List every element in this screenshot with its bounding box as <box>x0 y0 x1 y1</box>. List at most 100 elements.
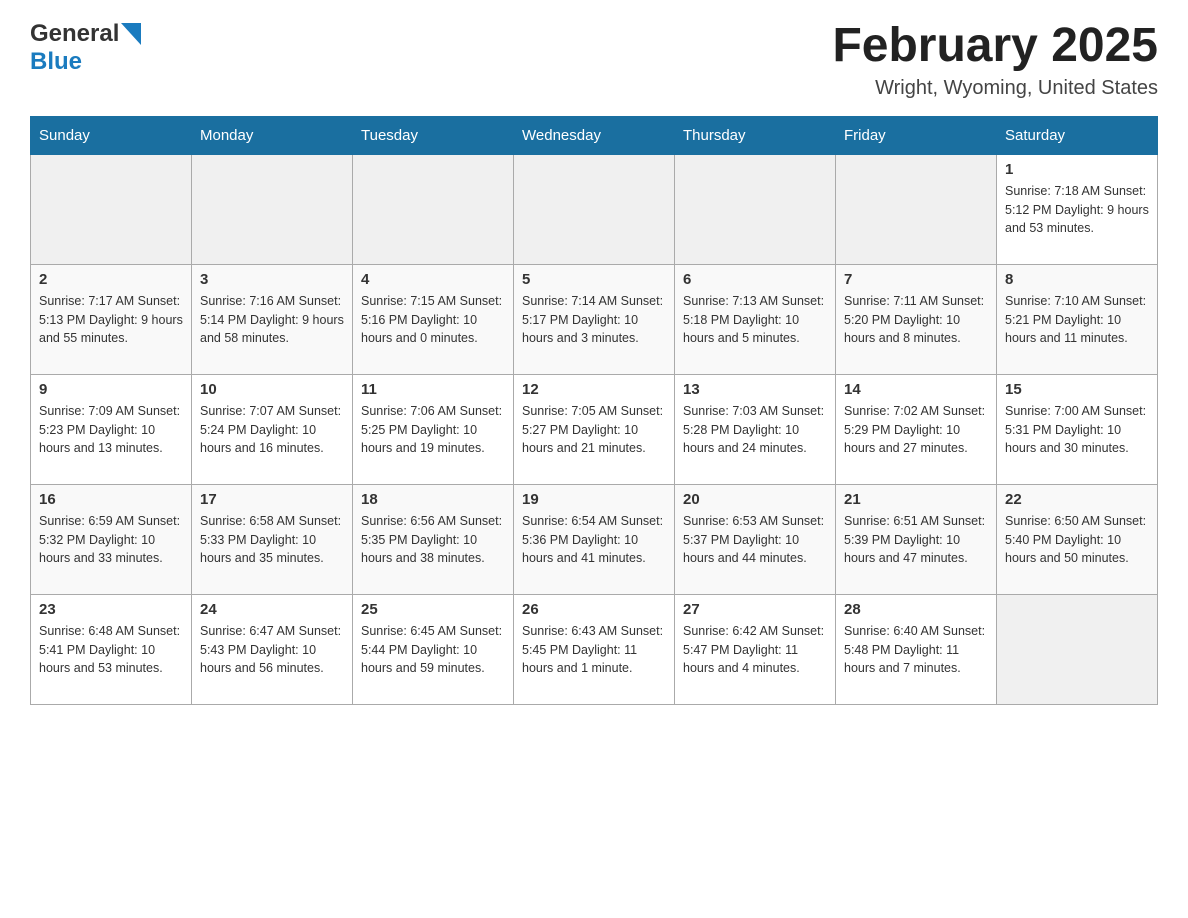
day-number: 5 <box>522 271 666 288</box>
day-number: 2 <box>39 271 183 288</box>
calendar-cell: 22 Sunrise: 6:50 AM Sunset: 5:40 PM Dayli… <box>997 484 1158 594</box>
calendar-cell <box>353 154 514 264</box>
day-number: 27 <box>683 601 827 618</box>
calendar-subtitle: Wright, Wyoming, United States <box>832 77 1158 100</box>
calendar-week-row: 2 Sunrise: 7:17 AM Sunset: 5:13 PM Daylig… <box>31 264 1158 374</box>
day-info: Sunrise: 7:10 AM Sunset: 5:21 PM Dayligh… <box>1005 292 1149 348</box>
calendar-cell <box>997 594 1158 704</box>
col-saturday: Saturday <box>997 116 1158 154</box>
calendar-cell: 26 Sunrise: 6:43 AM Sunset: 5:45 PM Dayli… <box>514 594 675 704</box>
day-info: Sunrise: 7:07 AM Sunset: 5:24 PM Dayligh… <box>200 402 344 458</box>
day-number: 23 <box>39 601 183 618</box>
calendar-cell: 5 Sunrise: 7:14 AM Sunset: 5:17 PM Daylig… <box>514 264 675 374</box>
day-info: Sunrise: 7:13 AM Sunset: 5:18 PM Dayligh… <box>683 292 827 348</box>
day-number: 7 <box>844 271 988 288</box>
calendar-week-row: 23 Sunrise: 6:48 AM Sunset: 5:41 PM Dayli… <box>31 594 1158 704</box>
page-header: General Blue February 2025 Wright, Wyomi… <box>30 20 1158 100</box>
day-number: 21 <box>844 491 988 508</box>
calendar-cell: 13 Sunrise: 7:03 AM Sunset: 5:28 PM Dayli… <box>675 374 836 484</box>
day-info: Sunrise: 6:42 AM Sunset: 5:47 PM Dayligh… <box>683 622 827 678</box>
title-block: February 2025 Wright, Wyoming, United St… <box>832 20 1158 100</box>
day-info: Sunrise: 7:06 AM Sunset: 5:25 PM Dayligh… <box>361 402 505 458</box>
day-info: Sunrise: 6:48 AM Sunset: 5:41 PM Dayligh… <box>39 622 183 678</box>
calendar-cell: 10 Sunrise: 7:07 AM Sunset: 5:24 PM Dayli… <box>192 374 353 484</box>
calendar-cell <box>192 154 353 264</box>
day-number: 26 <box>522 601 666 618</box>
day-number: 28 <box>844 601 988 618</box>
col-friday: Friday <box>836 116 997 154</box>
calendar-cell: 27 Sunrise: 6:42 AM Sunset: 5:47 PM Dayli… <box>675 594 836 704</box>
col-tuesday: Tuesday <box>353 116 514 154</box>
logo-general-text: General <box>30 20 119 48</box>
header-row: Sunday Monday Tuesday Wednesday Thursday… <box>31 116 1158 154</box>
logo-blue-text: Blue <box>30 48 82 75</box>
day-info: Sunrise: 7:03 AM Sunset: 5:28 PM Dayligh… <box>683 402 827 458</box>
day-number: 19 <box>522 491 666 508</box>
day-info: Sunrise: 7:14 AM Sunset: 5:17 PM Dayligh… <box>522 292 666 348</box>
calendar-cell: 25 Sunrise: 6:45 AM Sunset: 5:44 PM Dayli… <box>353 594 514 704</box>
day-info: Sunrise: 6:45 AM Sunset: 5:44 PM Dayligh… <box>361 622 505 678</box>
day-info: Sunrise: 6:54 AM Sunset: 5:36 PM Dayligh… <box>522 512 666 568</box>
day-number: 13 <box>683 381 827 398</box>
calendar-cell: 6Sunrise: 7:13 AM Sunset: 5:18 PM Daylig… <box>675 264 836 374</box>
day-number: 16 <box>39 491 183 508</box>
day-number: 25 <box>361 601 505 618</box>
calendar-body: 1 Sunrise: 7:18 AM Sunset: 5:12 PM Daylig… <box>31 154 1158 704</box>
day-info: Sunrise: 7:17 AM Sunset: 5:13 PM Dayligh… <box>39 292 183 348</box>
day-info: Sunrise: 6:43 AM Sunset: 5:45 PM Dayligh… <box>522 622 666 678</box>
day-info: Sunrise: 7:18 AM Sunset: 5:12 PM Dayligh… <box>1005 182 1149 238</box>
calendar-cell: 8 Sunrise: 7:10 AM Sunset: 5:21 PM Daylig… <box>997 264 1158 374</box>
calendar-cell: 14 Sunrise: 7:02 AM Sunset: 5:29 PM Dayli… <box>836 374 997 484</box>
calendar-cell: 9 Sunrise: 7:09 AM Sunset: 5:23 PM Daylig… <box>31 374 192 484</box>
day-info: Sunrise: 7:02 AM Sunset: 5:29 PM Dayligh… <box>844 402 988 458</box>
calendar-cell: 21 Sunrise: 6:51 AM Sunset: 5:39 PM Dayli… <box>836 484 997 594</box>
calendar-title: February 2025 <box>832 20 1158 73</box>
day-info: Sunrise: 7:15 AM Sunset: 5:16 PM Dayligh… <box>361 292 505 348</box>
day-number: 18 <box>361 491 505 508</box>
day-number: 3 <box>200 271 344 288</box>
day-info: Sunrise: 7:11 AM Sunset: 5:20 PM Dayligh… <box>844 292 988 348</box>
day-info: Sunrise: 6:56 AM Sunset: 5:35 PM Dayligh… <box>361 512 505 568</box>
day-number: 14 <box>844 381 988 398</box>
day-info: Sunrise: 6:50 AM Sunset: 5:40 PM Dayligh… <box>1005 512 1149 568</box>
day-number: 22 <box>1005 491 1149 508</box>
calendar-week-row: 1 Sunrise: 7:18 AM Sunset: 5:12 PM Daylig… <box>31 154 1158 264</box>
day-info: Sunrise: 6:58 AM Sunset: 5:33 PM Dayligh… <box>200 512 344 568</box>
calendar-cell: 2 Sunrise: 7:17 AM Sunset: 5:13 PM Daylig… <box>31 264 192 374</box>
day-info: Sunrise: 7:16 AM Sunset: 5:14 PM Dayligh… <box>200 292 344 348</box>
calendar-header: Sunday Monday Tuesday Wednesday Thursday… <box>31 116 1158 154</box>
calendar-table: Sunday Monday Tuesday Wednesday Thursday… <box>30 116 1158 705</box>
day-number: 9 <box>39 381 183 398</box>
day-info: Sunrise: 6:40 AM Sunset: 5:48 PM Dayligh… <box>844 622 988 678</box>
day-number: 12 <box>522 381 666 398</box>
calendar-cell <box>675 154 836 264</box>
day-info: Sunrise: 6:47 AM Sunset: 5:43 PM Dayligh… <box>200 622 344 678</box>
calendar-cell <box>836 154 997 264</box>
logo-arrow-icon <box>121 23 141 45</box>
day-number: 1 <box>1005 161 1149 178</box>
day-info: Sunrise: 6:51 AM Sunset: 5:39 PM Dayligh… <box>844 512 988 568</box>
day-number: 20 <box>683 491 827 508</box>
calendar-cell: 12Sunrise: 7:05 AM Sunset: 5:27 PM Dayli… <box>514 374 675 484</box>
day-number: 8 <box>1005 271 1149 288</box>
calendar-cell: 7 Sunrise: 7:11 AM Sunset: 5:20 PM Daylig… <box>836 264 997 374</box>
day-info: Sunrise: 7:00 AM Sunset: 5:31 PM Dayligh… <box>1005 402 1149 458</box>
calendar-cell: 17Sunrise: 6:58 AM Sunset: 5:33 PM Dayli… <box>192 484 353 594</box>
calendar-cell: 1 Sunrise: 7:18 AM Sunset: 5:12 PM Daylig… <box>997 154 1158 264</box>
day-number: 15 <box>1005 381 1149 398</box>
calendar-cell: 3 Sunrise: 7:16 AM Sunset: 5:14 PM Daylig… <box>192 264 353 374</box>
calendar-cell: 16Sunrise: 6:59 AM Sunset: 5:32 PM Dayli… <box>31 484 192 594</box>
calendar-cell: 15 Sunrise: 7:00 AM Sunset: 5:31 PM Dayli… <box>997 374 1158 484</box>
day-number: 10 <box>200 381 344 398</box>
day-info: Sunrise: 7:09 AM Sunset: 5:23 PM Dayligh… <box>39 402 183 458</box>
calendar-cell: 24Sunrise: 6:47 AM Sunset: 5:43 PM Dayli… <box>192 594 353 704</box>
col-wednesday: Wednesday <box>514 116 675 154</box>
day-info: Sunrise: 6:53 AM Sunset: 5:37 PM Dayligh… <box>683 512 827 568</box>
col-sunday: Sunday <box>31 116 192 154</box>
calendar-cell: 11Sunrise: 7:06 AM Sunset: 5:25 PM Dayli… <box>353 374 514 484</box>
calendar-cell <box>31 154 192 264</box>
calendar-cell: 28 Sunrise: 6:40 AM Sunset: 5:48 PM Dayli… <box>836 594 997 704</box>
col-monday: Monday <box>192 116 353 154</box>
day-number: 4 <box>361 271 505 288</box>
calendar-cell: 23 Sunrise: 6:48 AM Sunset: 5:41 PM Dayli… <box>31 594 192 704</box>
